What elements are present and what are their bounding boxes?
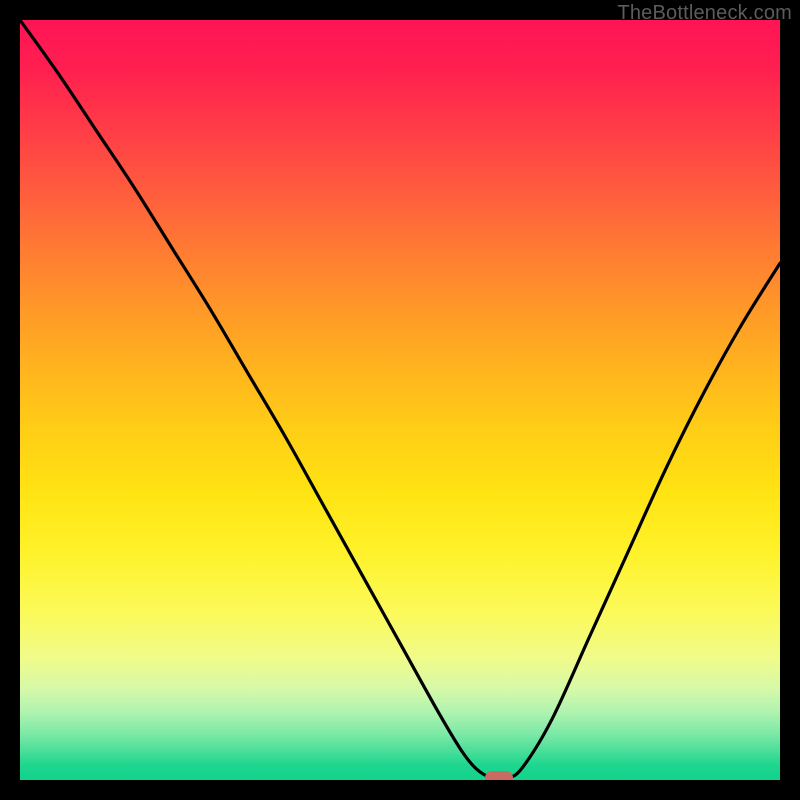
bottleneck-curve <box>20 20 780 779</box>
minimum-marker <box>485 771 513 780</box>
curve-svg <box>20 20 780 780</box>
chart-container: TheBottleneck.com <box>0 0 800 800</box>
watermark-text: TheBottleneck.com <box>617 2 792 25</box>
plot-area <box>20 20 780 780</box>
